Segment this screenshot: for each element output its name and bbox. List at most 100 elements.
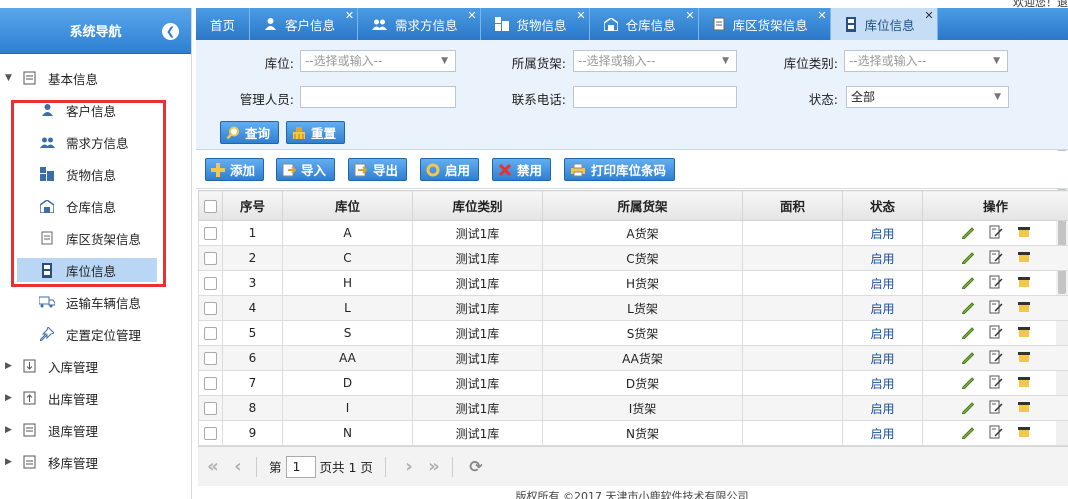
- sidebar-item[interactable]: ▶ 移库管理: [0, 450, 170, 474]
- edit-doc-icon[interactable]: [989, 275, 1003, 292]
- cell-status[interactable]: 启用: [842, 395, 923, 421]
- sidebar-item[interactable]: ▶ 退库管理: [0, 418, 170, 442]
- reset-button[interactable]: 重置: [286, 121, 346, 144]
- edit-doc-icon[interactable]: [989, 350, 1003, 367]
- table-row[interactable]: 8 I 测试1库 I货架 启用: [198, 395, 1068, 421]
- edit-pencil-icon[interactable]: [961, 325, 975, 342]
- close-icon[interactable]: ✕: [924, 9, 933, 22]
- status-link[interactable]: 启用: [870, 427, 894, 441]
- caret-down-icon[interactable]: ▼: [5, 73, 15, 83]
- tab[interactable]: 首页: [196, 8, 251, 40]
- caret-right-icon[interactable]: ▶: [5, 425, 15, 435]
- delete-bin-icon[interactable]: [1017, 376, 1031, 391]
- status-link[interactable]: 启用: [870, 302, 894, 316]
- cell-status[interactable]: 启用: [842, 345, 923, 371]
- prev-page-icon[interactable]: ‹: [228, 456, 248, 477]
- status-link[interactable]: 启用: [870, 402, 894, 416]
- status-link[interactable]: 启用: [870, 277, 894, 291]
- edit-pencil-icon[interactable]: [961, 275, 975, 292]
- row-checkbox[interactable]: [198, 295, 223, 321]
- close-icon[interactable]: ✕: [576, 9, 585, 22]
- import-button[interactable]: 导入: [276, 158, 336, 181]
- delete-bin-icon[interactable]: [1017, 426, 1031, 441]
- sidebar-item[interactable]: ▼ 基本信息: [0, 66, 170, 90]
- table-row[interactable]: 3 H 测试1库 H货架 启用: [198, 270, 1068, 296]
- collapse-left-icon[interactable]: ❮: [162, 23, 179, 40]
- table-row[interactable]: 1 A 测试1库 A货架 启用: [198, 220, 1068, 246]
- caret-right-icon[interactable]: ▶: [5, 393, 15, 403]
- sidebar-item[interactable]: ▶ 入库管理: [0, 354, 170, 378]
- edit-doc-icon[interactable]: [989, 425, 1003, 442]
- cell-status[interactable]: 启用: [842, 320, 923, 346]
- sidebar-item[interactable]: ▶ 出库管理: [0, 386, 170, 410]
- edit-doc-icon[interactable]: [989, 300, 1003, 317]
- table-row[interactable]: 4 L 测试1库 L货架 启用: [198, 295, 1068, 321]
- query-button[interactable]: 查询: [220, 121, 280, 144]
- row-checkbox[interactable]: [198, 370, 223, 396]
- row-checkbox[interactable]: [198, 220, 223, 246]
- sidebar-item[interactable]: 运输车辆信息: [17, 290, 157, 314]
- edit-doc-icon[interactable]: [989, 250, 1003, 267]
- delete-bin-icon[interactable]: [1017, 301, 1031, 316]
- cell-status[interactable]: 启用: [842, 270, 923, 296]
- row-checkbox[interactable]: [198, 320, 223, 346]
- caret-right-icon[interactable]: ▶: [5, 361, 15, 371]
- close-icon[interactable]: ✕: [345, 9, 354, 22]
- page-number-input[interactable]: 1: [285, 455, 316, 478]
- cell-status[interactable]: 启用: [842, 420, 923, 446]
- table-row[interactable]: 7 D 测试1库 D货架 启用: [198, 370, 1068, 396]
- edit-pencil-icon[interactable]: [961, 375, 975, 392]
- row-checkbox[interactable]: [198, 420, 223, 446]
- close-icon[interactable]: ✕: [467, 9, 476, 22]
- export-button[interactable]: 导出: [348, 158, 408, 181]
- edit-pencil-icon[interactable]: [961, 425, 975, 442]
- tab[interactable]: 货物信息 ✕: [481, 8, 590, 40]
- edit-doc-icon[interactable]: [989, 400, 1003, 417]
- tab[interactable]: 库区货架信息 ✕: [699, 8, 831, 40]
- delete-bin-icon[interactable]: [1017, 226, 1031, 241]
- close-icon[interactable]: ✕: [685, 9, 694, 22]
- table-row[interactable]: 2 C 测试1库 C货架 启用: [198, 245, 1068, 271]
- tab[interactable]: 客户信息 ✕: [250, 8, 359, 40]
- status-link[interactable]: 启用: [870, 252, 894, 266]
- manager-input[interactable]: [300, 86, 456, 108]
- delete-bin-icon[interactable]: [1017, 351, 1031, 366]
- last-page-icon[interactable]: »: [424, 456, 444, 477]
- edit-pencil-icon[interactable]: [961, 300, 975, 317]
- delete-bin-icon[interactable]: [1017, 276, 1031, 291]
- delete-bin-icon[interactable]: [1017, 251, 1031, 266]
- row-checkbox[interactable]: [198, 270, 223, 296]
- refresh-icon[interactable]: ⟳: [466, 457, 486, 477]
- table-row[interactable]: 9 N 测试1库 N货架 启用: [198, 420, 1068, 446]
- table-row[interactable]: 5 S 测试1库 S货架 启用: [198, 320, 1068, 346]
- tab[interactable]: 需求方信息 ✕: [358, 8, 481, 40]
- edit-doc-icon[interactable]: [989, 325, 1003, 342]
- row-checkbox[interactable]: [198, 345, 223, 371]
- location-select[interactable]: --选择或输入-- ▼: [300, 50, 456, 72]
- cell-status[interactable]: 启用: [842, 295, 923, 321]
- select-all-checkbox[interactable]: [198, 190, 223, 221]
- row-checkbox[interactable]: [198, 245, 223, 271]
- delete-bin-icon[interactable]: [1017, 326, 1031, 341]
- edit-pencil-icon[interactable]: [961, 225, 975, 242]
- tab[interactable]: 仓库信息 ✕: [590, 8, 699, 40]
- table-row[interactable]: 6 AA 测试1库 AA货架 启用: [198, 345, 1068, 371]
- edit-pencil-icon[interactable]: [961, 400, 975, 417]
- type-select[interactable]: --选择或输入-- ▼: [844, 50, 1008, 72]
- row-checkbox[interactable]: [198, 395, 223, 421]
- status-link[interactable]: 启用: [870, 352, 894, 366]
- cell-status[interactable]: 启用: [842, 220, 923, 246]
- edit-doc-icon[interactable]: [989, 225, 1003, 242]
- phone-input[interactable]: [573, 86, 737, 108]
- cell-status[interactable]: 启用: [842, 370, 923, 396]
- status-link[interactable]: 启用: [870, 377, 894, 391]
- add-button[interactable]: 添加: [205, 158, 265, 181]
- cell-status[interactable]: 启用: [842, 245, 923, 271]
- close-icon[interactable]: ✕: [817, 9, 826, 22]
- edit-doc-icon[interactable]: [989, 375, 1003, 392]
- edit-pencil-icon[interactable]: [961, 250, 975, 267]
- status-link[interactable]: 启用: [870, 227, 894, 241]
- shelf-select[interactable]: --选择或输入-- ▼: [573, 50, 737, 72]
- edit-pencil-icon[interactable]: [961, 350, 975, 367]
- first-page-icon[interactable]: «: [203, 456, 223, 477]
